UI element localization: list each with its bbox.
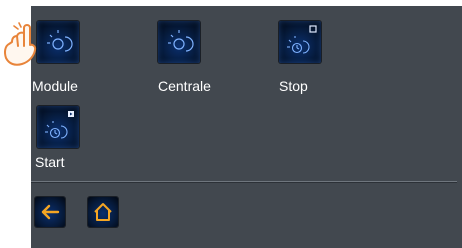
sun-moon-icon (168, 30, 194, 52)
module-label: Module (32, 78, 78, 94)
arrow-left-icon (41, 204, 60, 220)
divider (31, 181, 457, 183)
stop-label: Stop (279, 78, 308, 94)
back-button[interactable] (35, 197, 65, 227)
sun-moon-timer-stop-icon (287, 25, 317, 54)
sun-moon-timer-start-icon (45, 111, 74, 139)
hand-pointer-icon (4, 22, 37, 66)
stop-button[interactable] (279, 21, 321, 63)
start-label: Start (35, 154, 65, 170)
centrale-button[interactable] (158, 21, 200, 63)
home-button[interactable] (88, 197, 118, 227)
start-button[interactable] (37, 106, 79, 148)
centrale-label: Centrale (158, 78, 211, 94)
home-icon (94, 203, 112, 221)
